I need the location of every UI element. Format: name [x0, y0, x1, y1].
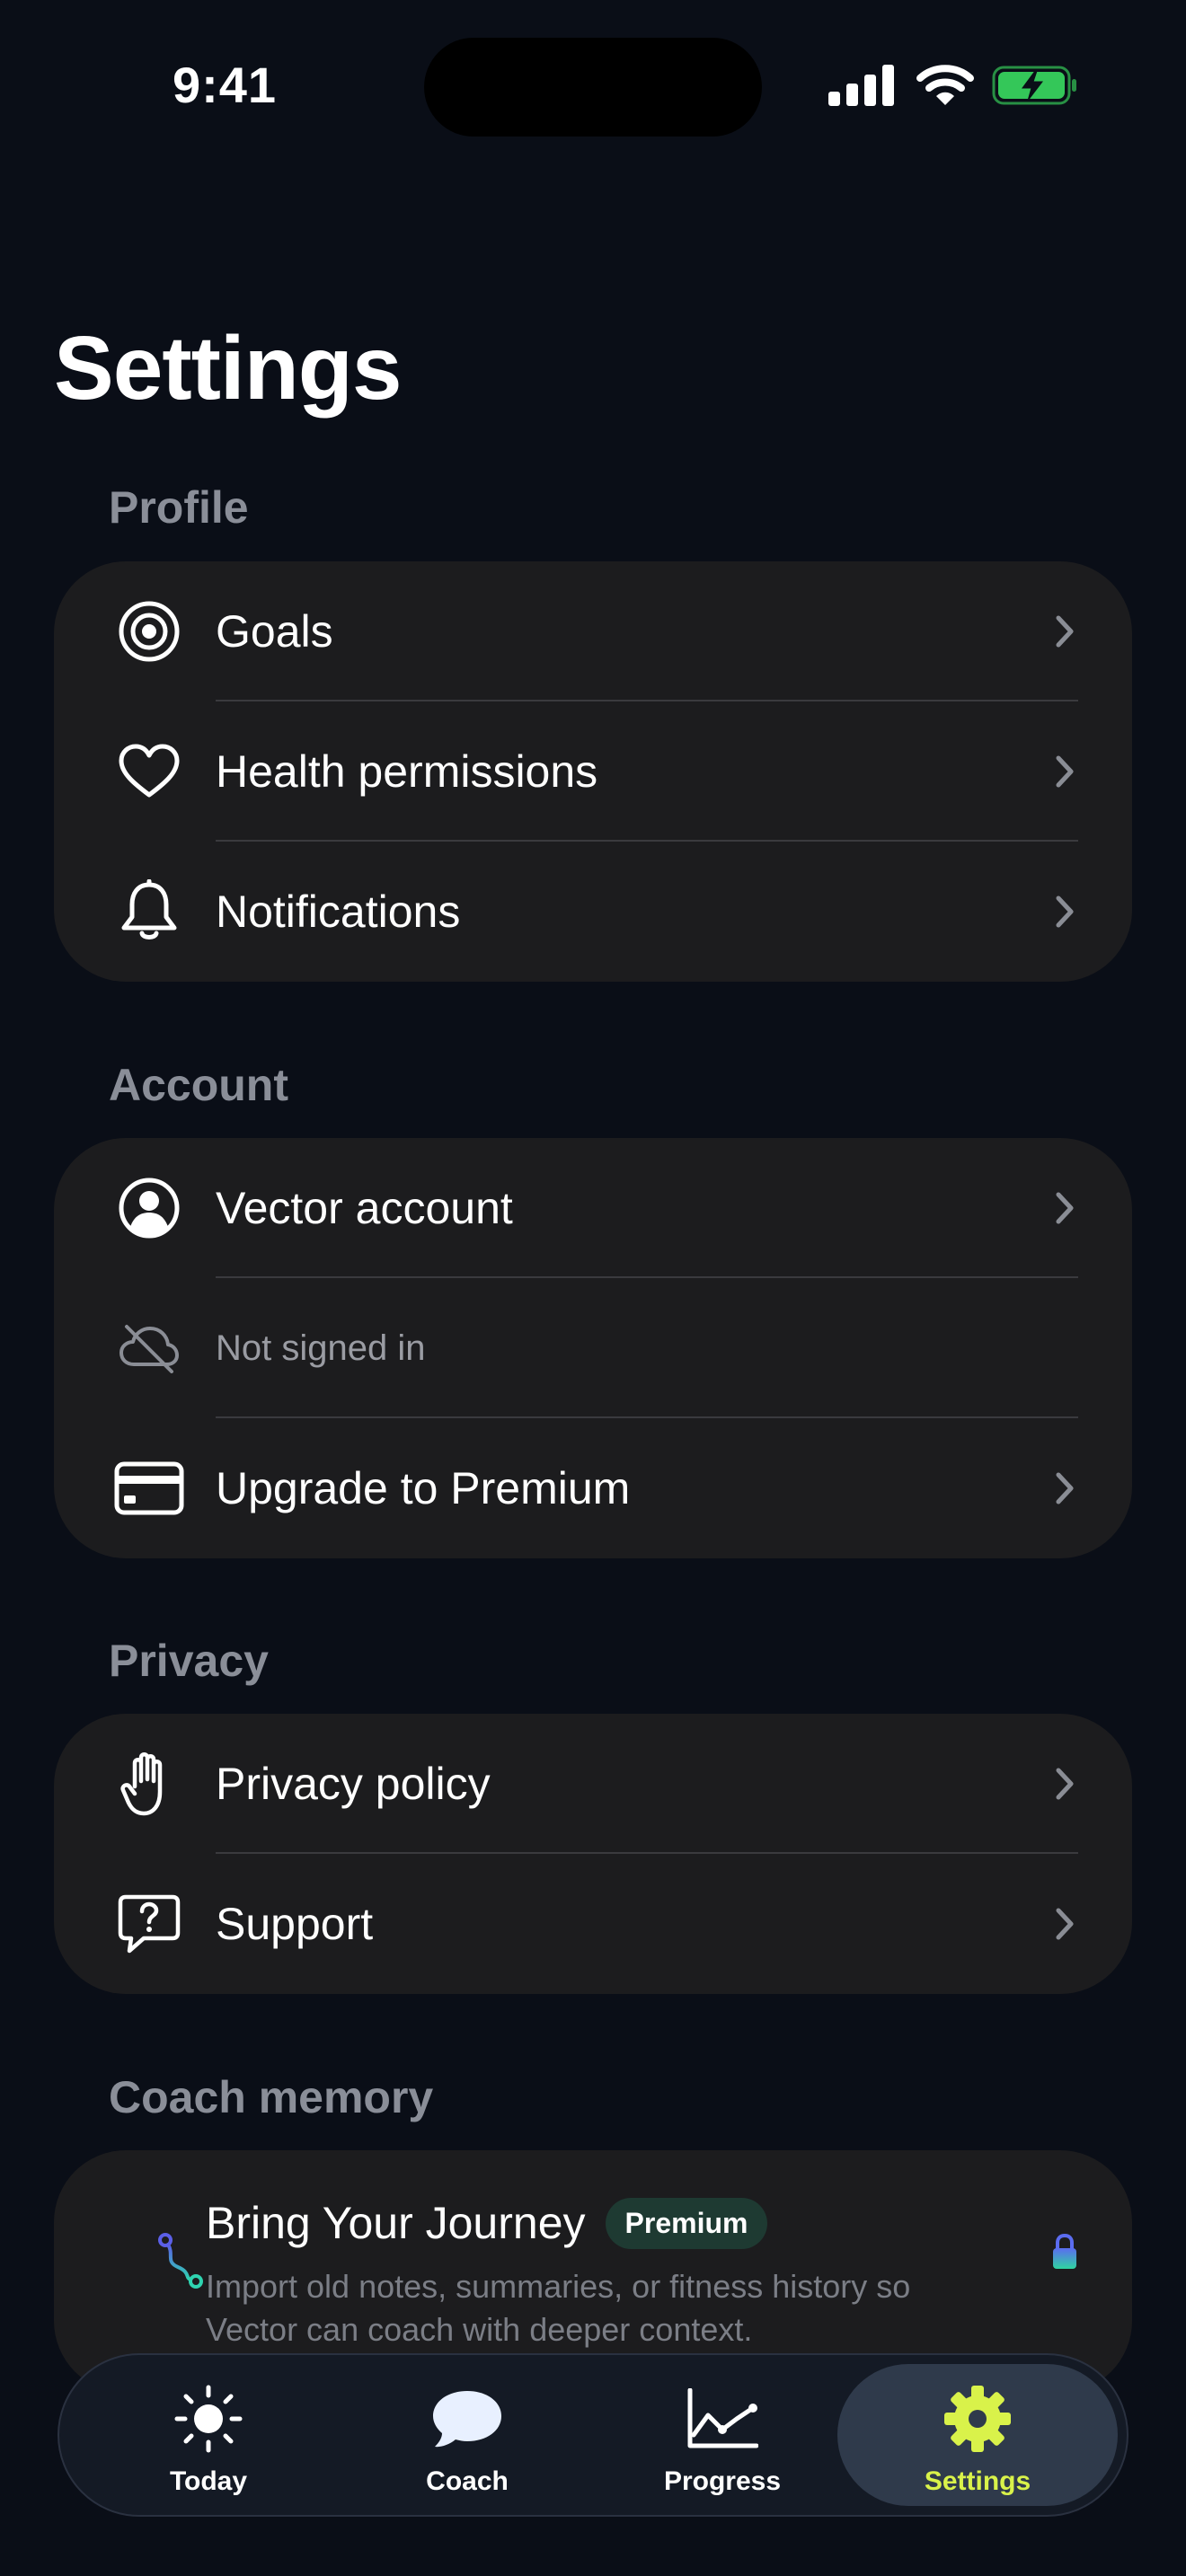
goals-label: Goals — [216, 606, 333, 657]
tab-bar: Today Coach Progress Settings — [58, 2353, 1128, 2517]
tab-coach[interactable]: Coach — [341, 2355, 593, 2515]
dynamic-island — [424, 38, 762, 137]
privacy-policy-row[interactable]: Privacy policy — [54, 1714, 1132, 1854]
sign-in-status-row: Not signed in — [54, 1278, 1132, 1418]
tab-label: Progress — [663, 2466, 782, 2496]
vector-account-row[interactable]: Vector account — [54, 1138, 1132, 1278]
goals-row[interactable]: Goals — [54, 561, 1132, 701]
cloud-off-icon — [108, 1307, 190, 1389]
chevron-right-icon — [1056, 755, 1074, 788]
health-permissions-label: Health permissions — [216, 746, 598, 797]
chevron-right-icon — [1056, 1472, 1074, 1504]
section-header-coach-memory: Coach memory — [109, 2072, 434, 2122]
lock-icon — [1051, 2233, 1078, 2271]
tab-today[interactable]: Today — [83, 2355, 334, 2515]
chart-line-icon — [685, 2386, 760, 2452]
sign-in-status-label: Not signed in — [216, 1328, 426, 1368]
tab-settings[interactable]: Settings — [837, 2364, 1118, 2506]
support-row[interactable]: Support — [54, 1854, 1132, 1994]
tab-label: Today — [169, 2466, 248, 2496]
section-header-profile: Profile — [109, 482, 249, 533]
account-card: Vector account Not signed in Upgrade to … — [54, 1138, 1132, 1558]
battery-charging-icon — [992, 66, 1076, 105]
wifi-icon — [916, 65, 974, 105]
section-header-privacy: Privacy — [109, 1636, 269, 1686]
profile-card: Goals Health permissions Notifications — [54, 561, 1132, 982]
chevron-right-icon — [1056, 895, 1074, 928]
heart-icon — [108, 730, 190, 813]
chevron-right-icon — [1056, 1908, 1074, 1940]
settings-screen: 9:41 Settings Profile Goals Health permi… — [0, 0, 1186, 2576]
chevron-right-icon — [1056, 1192, 1074, 1224]
route-icon — [155, 2229, 208, 2292]
privacy-card: Privacy policy Support — [54, 1714, 1132, 1994]
tab-label: Coach — [426, 2466, 509, 2496]
health-permissions-row[interactable]: Health permissions — [54, 701, 1132, 842]
person-circle-icon — [108, 1167, 190, 1249]
cellular-signal-icon — [828, 65, 894, 106]
speech-bubble-icon — [429, 2386, 505, 2452]
hand-icon — [108, 1742, 190, 1825]
status-time: 9:41 — [172, 57, 278, 113]
journey-title-line: Bring Your Journey Premium — [206, 2197, 768, 2249]
upgrade-premium-row[interactable]: Upgrade to Premium — [54, 1418, 1132, 1558]
bell-icon — [108, 870, 190, 953]
upgrade-premium-label: Upgrade to Premium — [216, 1463, 631, 1513]
sun-icon — [171, 2385, 246, 2453]
status-icons — [827, 63, 1078, 108]
chevron-right-icon — [1056, 615, 1074, 648]
section-header-account: Account — [109, 1060, 288, 1110]
notifications-row[interactable]: Notifications — [54, 842, 1132, 982]
tab-progress[interactable]: Progress — [597, 2355, 848, 2515]
journey-title: Bring Your Journey — [206, 2198, 586, 2248]
target-icon — [108, 590, 190, 673]
vector-account-label: Vector account — [216, 1183, 513, 1233]
journey-description: Import old notes, summaries, or fitness … — [206, 2268, 911, 2348]
page-title: Settings — [54, 318, 402, 419]
support-label: Support — [216, 1899, 374, 1949]
notifications-label: Notifications — [216, 887, 461, 937]
question-bubble-icon — [108, 1883, 190, 1965]
chevron-right-icon — [1056, 1768, 1074, 1800]
tab-label: Settings — [924, 2466, 1031, 2496]
premium-badge: Premium — [605, 2197, 768, 2249]
credit-card-icon — [108, 1447, 190, 1530]
privacy-policy-label: Privacy policy — [216, 1759, 491, 1809]
gear-icon — [940, 2386, 1015, 2452]
